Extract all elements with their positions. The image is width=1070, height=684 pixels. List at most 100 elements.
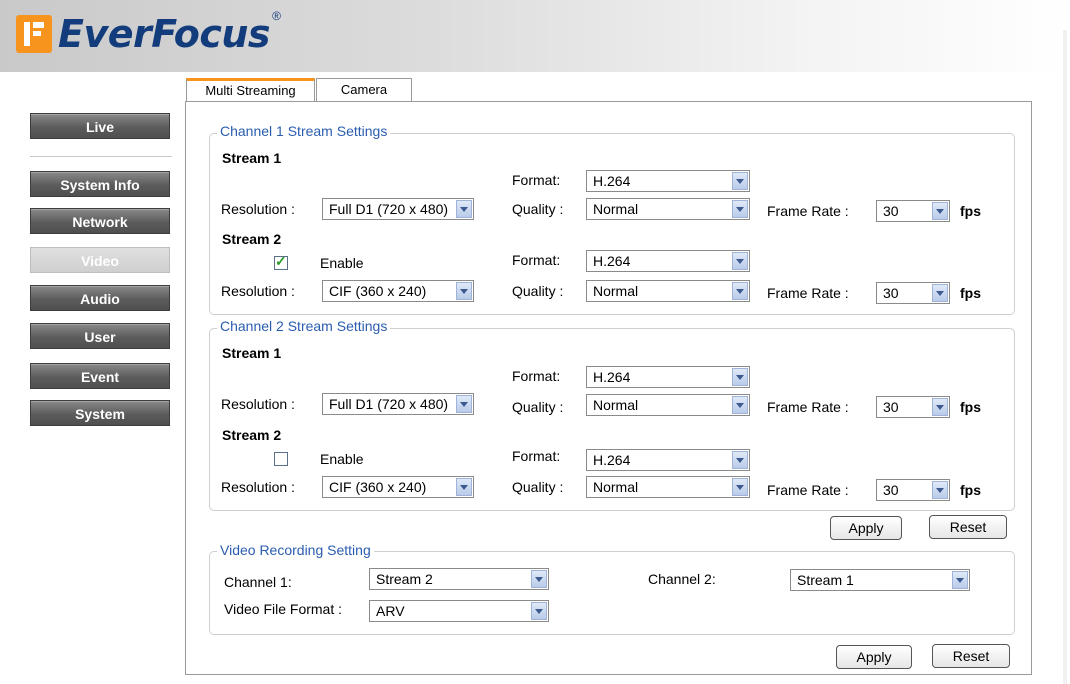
select-value: 30 — [883, 399, 899, 415]
fps-unit: fps — [960, 285, 981, 301]
channel1-stream2-framerate-select[interactable]: 30 — [876, 282, 950, 304]
tab-multi-streaming[interactable]: Multi Streaming — [186, 78, 315, 102]
channel2-stream2-framerate-select[interactable]: 30 — [876, 479, 950, 501]
channel2-stream2-framerate-label: Frame Rate : — [767, 482, 849, 498]
channel1-stream2-quality-select[interactable]: Normal — [586, 280, 750, 302]
chevron-down-icon — [732, 451, 748, 469]
channel1-stream2-heading: Stream 2 — [222, 231, 282, 247]
sidebar-item-event[interactable]: Event — [30, 363, 170, 389]
chevron-down-icon — [531, 602, 547, 620]
channel2-stream2-resolution-select[interactable]: CIF (360 x 240) — [322, 476, 474, 498]
logo-icon — [16, 15, 52, 53]
sidebar-item-video[interactable]: Video — [30, 247, 170, 273]
logo-text: EverFocus — [58, 12, 271, 56]
channel1-stream1-framerate-select[interactable]: 30 — [876, 200, 950, 222]
select-value: Normal — [593, 479, 639, 495]
chevron-down-icon — [531, 570, 547, 588]
recording-channel1-select[interactable]: Stream 2 — [369, 568, 549, 590]
select-value: Stream 1 — [797, 572, 854, 588]
channel2-stream1-resolution-select[interactable]: Full D1 (720 x 480) — [322, 393, 474, 415]
channel1-stream1-quality-select[interactable]: Normal — [586, 198, 750, 220]
channel1-stream1-resolution-label: Resolution : — [221, 201, 295, 217]
select-value: Full D1 (720 x 480) — [329, 396, 449, 412]
registered-mark: ® — [272, 9, 281, 23]
channel1-stream1-framerate-label: Frame Rate : — [767, 203, 849, 219]
select-value: H.264 — [593, 369, 631, 385]
channel1-stream2-enable-checkbox[interactable]: ✓ — [274, 253, 288, 270]
select-value: ARV — [376, 603, 405, 619]
select-value: H.264 — [593, 452, 631, 468]
chevron-down-icon — [732, 478, 748, 496]
chevron-down-icon — [732, 200, 748, 218]
channel2-stream2-format-select[interactable]: H.264 — [586, 449, 750, 471]
channel2-stream1-heading: Stream 1 — [222, 345, 282, 361]
channel1-stream1-format-label: Format: — [512, 172, 561, 188]
channel1-stream1-format-select[interactable]: H.264 — [586, 170, 750, 192]
channel1-stream2-enable-label: Enable — [320, 255, 364, 271]
channel2-stream1-quality-select[interactable]: Normal — [586, 394, 750, 416]
recording-channel2-label: Channel 2: — [648, 571, 716, 587]
chevron-down-icon — [732, 282, 748, 300]
fps-unit: fps — [960, 482, 981, 498]
channel1-legend: Channel 1 Stream Settings — [217, 123, 391, 139]
chevron-down-icon — [932, 398, 948, 416]
channel1-stream1-quality-label: Quality : — [512, 201, 564, 217]
recording-file-format-label: Video File Format : — [224, 601, 343, 617]
sidebar-item-audio[interactable]: Audio — [30, 285, 170, 311]
channel1-stream2-resolution-label: Resolution : — [221, 283, 295, 299]
apply-button[interactable]: Apply — [830, 516, 902, 540]
select-value: H.264 — [593, 253, 631, 269]
select-value: Stream 2 — [376, 571, 433, 587]
select-value: CIF (360 x 240) — [329, 283, 427, 299]
checkmark-icon: ✓ — [275, 253, 287, 269]
fps-unit: fps — [960, 203, 981, 219]
channel2-stream1-format-select[interactable]: H.264 — [586, 366, 750, 388]
sidebar-item-live[interactable]: Live — [30, 113, 170, 139]
sidebar-item-network[interactable]: Network — [30, 208, 170, 234]
sidebar-item-user[interactable]: User — [30, 323, 170, 349]
select-value: H.264 — [593, 173, 631, 189]
chevron-down-icon — [456, 478, 472, 496]
select-value: Normal — [593, 283, 639, 299]
channel2-stream2-quality-select[interactable]: Normal — [586, 476, 750, 498]
select-value: 30 — [883, 482, 899, 498]
recording-apply-button[interactable]: Apply — [836, 645, 912, 669]
chevron-down-icon — [732, 172, 748, 190]
chevron-down-icon — [932, 284, 948, 302]
channel2-stream2-quality-label: Quality : — [512, 479, 564, 495]
channel2-stream1-framerate-select[interactable]: 30 — [876, 396, 950, 418]
channel2-stream2-enable-checkbox[interactable] — [274, 452, 288, 466]
channel2-stream1-quality-label: Quality : — [512, 399, 564, 415]
settings-panel: Channel 1 Stream Settings Stream 1 Forma… — [185, 101, 1032, 675]
recording-file-format-select[interactable]: ARV — [369, 600, 549, 622]
recording-group — [209, 551, 1015, 635]
sidebar-divider — [30, 156, 172, 157]
reset-button[interactable]: Reset — [929, 515, 1007, 539]
channel2-stream2-enable-label: Enable — [320, 451, 364, 467]
select-value: Normal — [593, 397, 639, 413]
fps-unit: fps — [960, 399, 981, 415]
select-value: Normal — [593, 201, 639, 217]
select-value: Full D1 (720 x 480) — [329, 201, 449, 217]
recording-reset-button[interactable]: Reset — [932, 644, 1010, 668]
chevron-down-icon — [456, 395, 472, 413]
channel2-stream2-resolution-label: Resolution : — [221, 479, 295, 495]
select-value: CIF (360 x 240) — [329, 479, 427, 495]
channel1-stream2-framerate-label: Frame Rate : — [767, 285, 849, 301]
recording-channel1-label: Channel 1: — [224, 574, 292, 590]
tab-camera[interactable]: Camera — [316, 78, 412, 102]
channel2-stream1-format-label: Format: — [512, 368, 561, 384]
channel2-stream2-heading: Stream 2 — [222, 427, 282, 443]
chevron-down-icon — [952, 571, 968, 589]
select-value: 30 — [883, 285, 899, 301]
recording-channel2-select[interactable]: Stream 1 — [790, 569, 970, 591]
channel1-stream2-resolution-select[interactable]: CIF (360 x 240) — [322, 280, 474, 302]
channel1-stream2-format-select[interactable]: H.264 — [586, 250, 750, 272]
sidebar-item-system[interactable]: System — [30, 400, 170, 426]
channel1-stream2-quality-label: Quality : — [512, 283, 564, 299]
channel1-stream1-resolution-select[interactable]: Full D1 (720 x 480) — [322, 198, 474, 220]
sidebar-item-system-info[interactable]: System Info — [30, 171, 170, 197]
channel2-stream1-resolution-label: Resolution : — [221, 396, 295, 412]
channel2-legend: Channel 2 Stream Settings — [217, 318, 391, 334]
channel2-stream1-framerate-label: Frame Rate : — [767, 399, 849, 415]
